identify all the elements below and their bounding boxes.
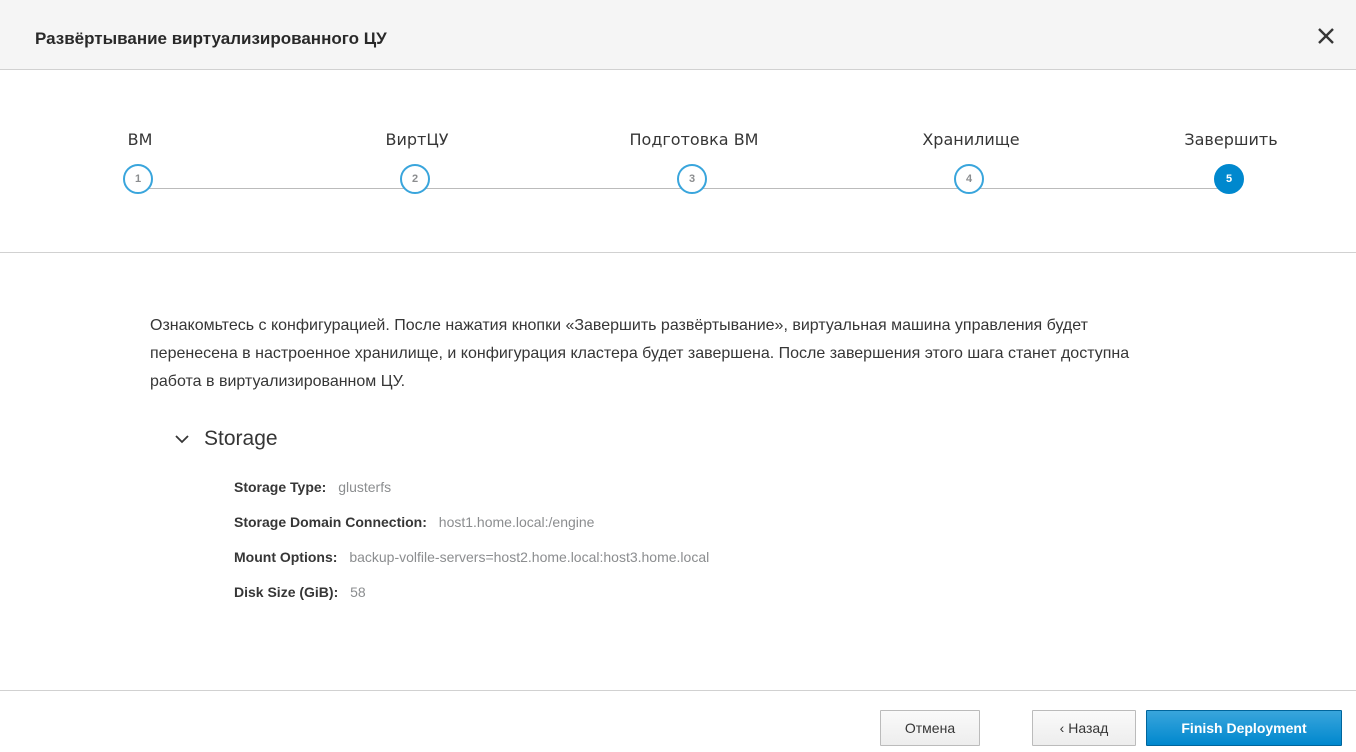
detail-value: backup-volfile-servers=host2.home.local:… [349, 549, 710, 565]
back-button[interactable]: ‹ Назад [1032, 710, 1136, 746]
step-number-badge: 5 [1214, 164, 1244, 194]
review-description: Ознакомьтесь с конфигурацией. После нажа… [150, 317, 1130, 390]
wizard-step-finish[interactable]: Завершить 5 [1131, 130, 1331, 210]
dialog-title: Развёртывание виртуализированного ЦУ [35, 29, 387, 48]
finish-deployment-button[interactable]: Finish Deployment [1146, 710, 1342, 746]
wizard-step-vm[interactable]: ВМ 1 [40, 130, 240, 210]
detail-value: host1.home.local:/engine [438, 514, 595, 530]
deployment-dialog: Развёртывание виртуализированного ЦУ ВМ … [0, 0, 1356, 752]
step-label: Подготовка ВМ [629, 130, 759, 149]
wizard-step-storage[interactable]: Хранилище 4 [871, 130, 1071, 210]
wizard-step-prepare-vm[interactable]: Подготовка ВМ 3 [594, 130, 794, 210]
detail-row-storage-domain-connection: Storage Domain Connection: host1.home.lo… [234, 512, 709, 547]
step-number-badge: 4 [954, 164, 984, 194]
step-label: Хранилище [922, 130, 1020, 149]
detail-row-storage-type: Storage Type: glusterfs [234, 477, 709, 512]
dialog-header: Развёртывание виртуализированного ЦУ [0, 0, 1356, 70]
step-label: Завершить [1184, 130, 1278, 149]
step-label: ВиртЦУ [385, 130, 449, 149]
review-content: Ознакомьтесь с конфигурацией. После нажа… [150, 312, 1150, 600]
cancel-button[interactable]: Отмена [880, 710, 980, 746]
dialog-footer: Отмена ‹ Назад Finish Deployment [0, 690, 1356, 752]
detail-key: Storage Type: [234, 479, 327, 495]
detail-value: 58 [350, 584, 366, 600]
wizard-step-engine[interactable]: ВиртЦУ 2 [317, 130, 517, 210]
step-label: ВМ [127, 130, 153, 149]
step-number-badge: 3 [677, 164, 707, 194]
close-icon [1318, 28, 1334, 44]
close-button[interactable] [1310, 20, 1342, 52]
storage-section-title: Storage [204, 427, 278, 450]
detail-key: Mount Options: [234, 549, 338, 565]
detail-row-mount-options: Mount Options: backup-volfile-servers=ho… [234, 547, 709, 582]
detail-value: glusterfs [338, 479, 392, 495]
wizard-steps: ВМ 1 ВиртЦУ 2 Подготовка ВМ 3 Хранилище … [0, 70, 1356, 253]
detail-row-disk-size: Disk Size (GiB): 58 [234, 582, 709, 617]
detail-key: Disk Size (GiB): [234, 584, 339, 600]
chevron-down-icon [175, 435, 189, 444]
detail-key: Storage Domain Connection: [234, 514, 427, 530]
step-number-badge: 2 [400, 164, 430, 194]
storage-section-toggle[interactable]: Storage [174, 424, 278, 454]
step-number-badge: 1 [123, 164, 153, 194]
storage-details: Storage Type: glusterfs Storage Domain C… [234, 477, 709, 617]
